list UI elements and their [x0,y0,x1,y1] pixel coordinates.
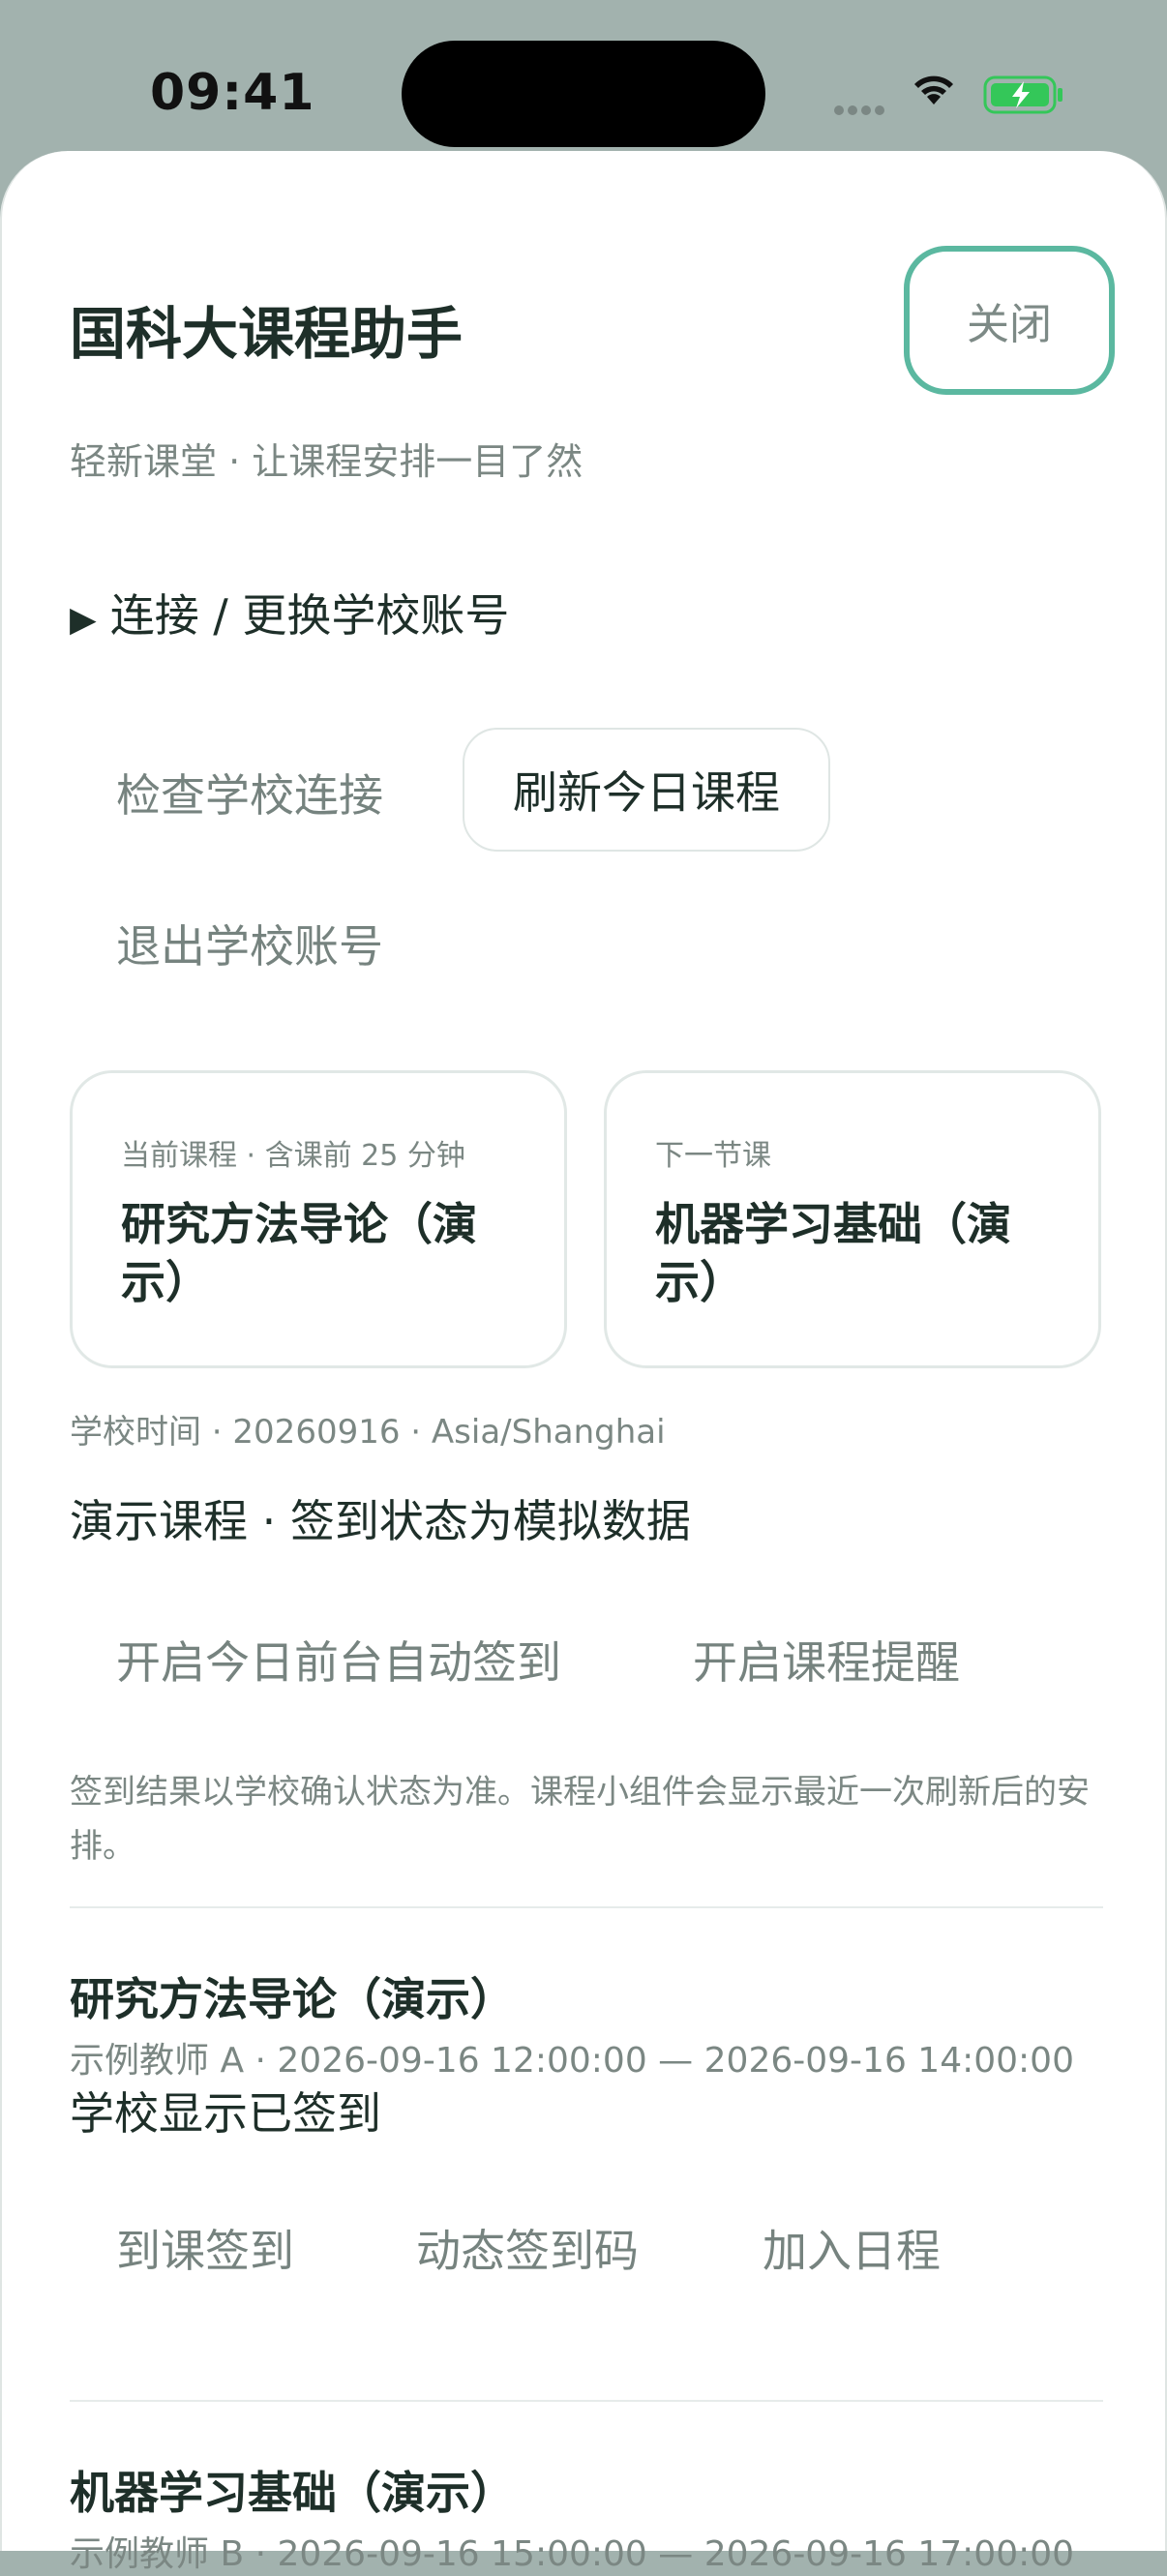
school-time-info: 学校时间 · 20260916 · Asia/Shanghai [70,1413,666,1452]
course-reminder-button[interactable]: 开启课程提醒 [693,1628,960,1692]
page-title: 国科大课程助手 [70,301,464,367]
demo-status-text: 演示课程 · 签到状态为模拟数据 [70,1495,691,1547]
checkin-note: 签到结果以学校确认状态为准。课程小组件会显示最近一次刷新后的安排。 [70,1773,1090,1866]
dynamic-code-button[interactable]: 动态签到码 [416,2216,639,2280]
disclosure-triangle-icon: ▶ [70,600,97,640]
current-course-label: 当前课程 · 含课前 25 分钟 [121,1139,465,1173]
course-checkin-status: 学校显示已签到 [70,2087,381,2140]
logout-button[interactable]: 退出学校账号 [116,912,383,975]
status-bar: 09:41 [0,0,1167,155]
account-section-label: 连接 / 更换学校账号 [109,589,510,642]
cellular-signal-icon [834,101,888,119]
divider [70,2400,1103,2402]
current-course-card[interactable]: 当前课程 · 含课前 25 分钟 研究方法导论（演示） [70,1070,567,1368]
check-connection-button[interactable]: 检查学校连接 [116,761,383,824]
divider [70,1906,1103,1908]
course-meta: 示例教师 A · 2026-09-16 12:00:00 — 2026-09-1… [70,2041,1074,2081]
next-course-title: 机器学习基础（演示） [655,1198,1011,1308]
battery-charging-icon [983,75,1064,118]
page-subtitle: 轻新课堂 · 让课程安排一目了然 [70,440,584,483]
course-meta: 示例教师 B · 2026-09-16 15:00:00 — 2026-09-1… [70,2534,1075,2574]
refresh-courses-button[interactable]: 刷新今日课程 [463,728,830,852]
wifi-icon [910,68,958,110]
status-time: 09:41 [150,64,315,122]
current-course-title: 研究方法导论（演示） [121,1198,477,1308]
course-title: 机器学习基础（演示） [70,2467,515,2519]
dynamic-island [402,41,765,147]
close-button[interactable]: 关闭 [904,246,1115,395]
add-to-calendar-button[interactable]: 加入日程 [763,2216,941,2280]
next-course-card[interactable]: 下一节课 机器学习基础（演示） [604,1070,1101,1368]
auto-checkin-button[interactable]: 开启今日前台自动签到 [116,1628,561,1692]
account-section-toggle[interactable]: ▶ 连接 / 更换学校账号 [70,581,509,644]
next-course-label: 下一节课 [655,1139,771,1173]
course-title: 研究方法导论（演示） [70,1973,515,2025]
checkin-button[interactable]: 到课签到 [116,2216,294,2280]
main-sheet: 国科大课程助手 关闭 轻新课堂 · 让课程安排一目了然 ▶ 连接 / 更换学校账号… [0,151,1167,2574]
